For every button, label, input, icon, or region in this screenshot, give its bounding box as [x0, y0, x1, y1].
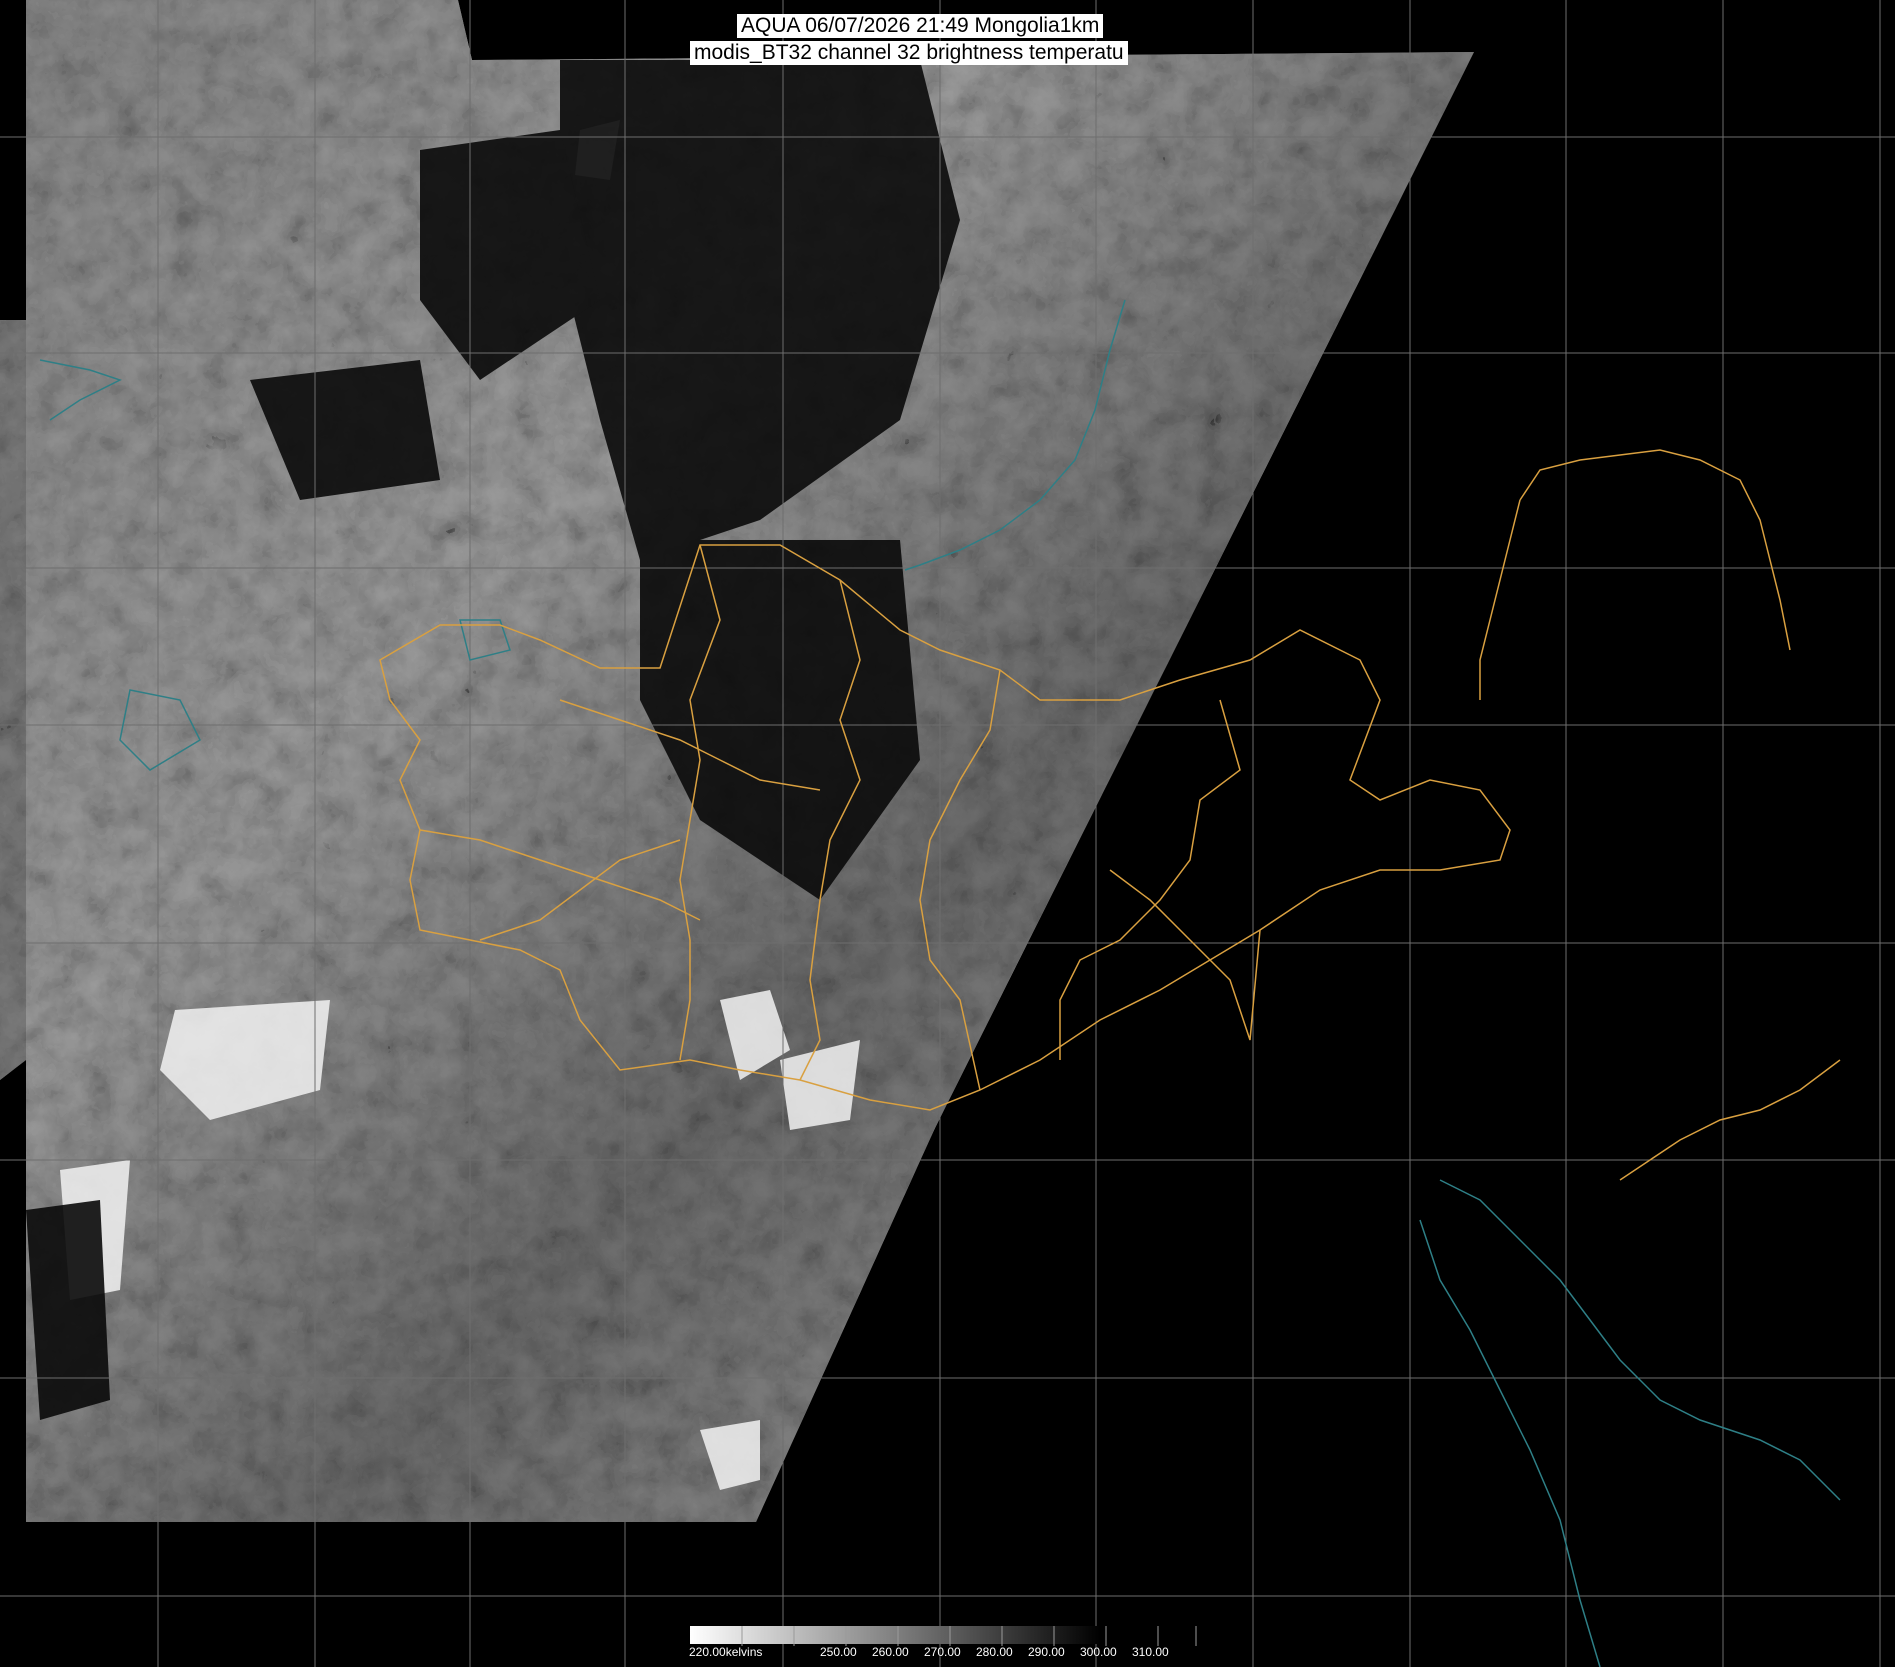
- swath-left-extension: [0, 320, 26, 1080]
- title-line-1: AQUA 06/07/2026 21:49 Mongolia1km: [737, 14, 1104, 38]
- satellite-map: [0, 0, 1895, 1667]
- colorbar-tick-label: 280.00: [976, 1645, 1013, 1659]
- colorbar-tick-label: 250.00: [820, 1645, 857, 1659]
- title-line-2: modis_BT32 channel 32 brightness tempera…: [690, 41, 1128, 65]
- colorbar-unit-label: 220.00kelvins: [689, 1645, 763, 1659]
- colorbar-tick-label: 270.00: [924, 1645, 961, 1659]
- colorbar-tick-label: 260.00: [872, 1645, 909, 1659]
- colorbar-tick-label: 290.00: [1028, 1645, 1065, 1659]
- colorbar-tick-label: 310.00: [1132, 1645, 1169, 1659]
- colorbar-tick-label: 300.00: [1080, 1645, 1117, 1659]
- colorbar-gradient: [690, 1626, 1100, 1644]
